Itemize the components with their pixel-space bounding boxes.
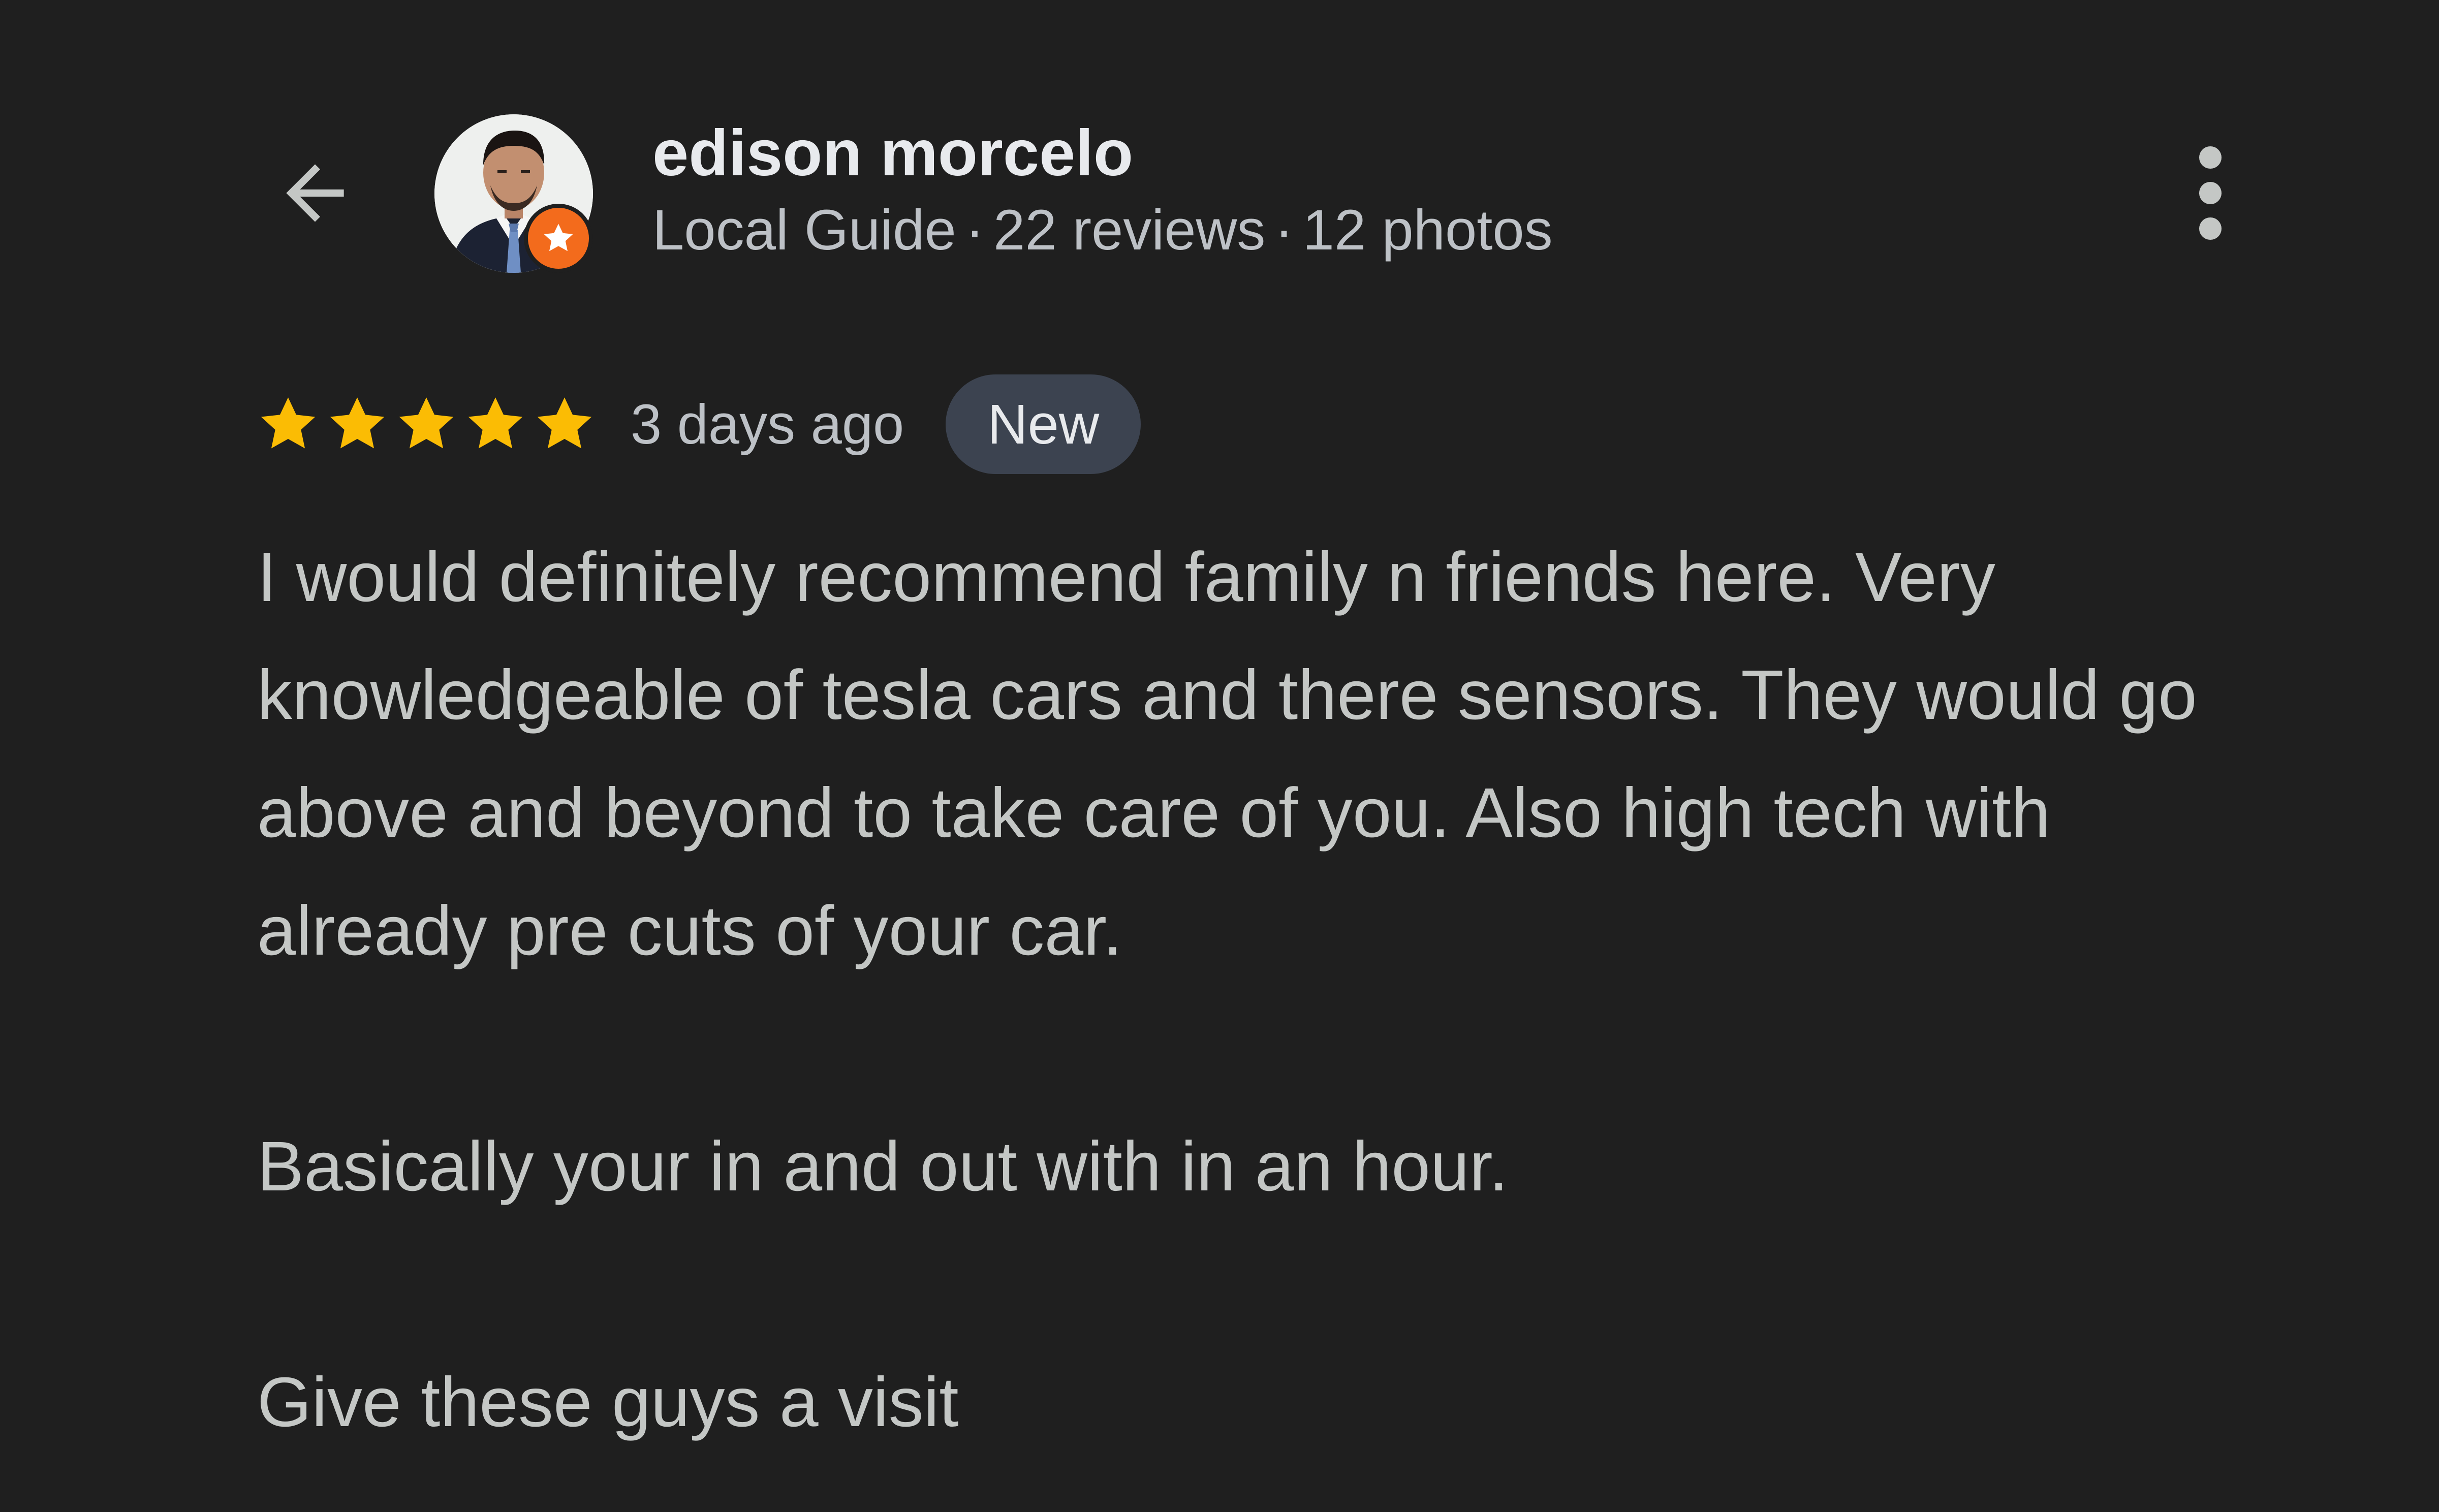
user-name[interactable]: edison morcelo	[652, 113, 1133, 194]
review-date: 3 days ago	[631, 393, 904, 456]
meta-separator: ·	[1274, 198, 1294, 262]
review-header: edison morcelo Local Guide · 22 reviews · 12…	[0, 0, 2439, 285]
more-options-button[interactable]	[2175, 137, 2246, 249]
review-paragraph: Give these guys a visit	[257, 1363, 959, 1441]
meta-separator: ·	[965, 198, 985, 262]
review-paragraph: Basically your in and out with in an hou…	[257, 1127, 1509, 1206]
new-badge: New	[946, 374, 1141, 474]
user-meta: Local Guide · 22 reviews · 12 photos	[652, 192, 1553, 268]
more-vert-icon	[2199, 146, 2222, 240]
local-guide-badge	[524, 204, 593, 273]
arrow-left-icon	[286, 164, 344, 222]
review-text: I would definitely recommend family n fr…	[257, 518, 2290, 1461]
star-icon	[537, 397, 592, 449]
review-count: 22 reviews	[993, 198, 1266, 262]
user-avatar[interactable]	[434, 114, 593, 273]
review-paragraph: I would definitely recommend family n fr…	[257, 538, 2197, 970]
photo-count: 12 photos	[1302, 198, 1553, 262]
star-icon	[399, 397, 454, 449]
star-icon	[468, 397, 523, 449]
local-guide-star-icon	[544, 224, 573, 251]
back-button[interactable]	[259, 132, 371, 254]
star-icon	[261, 397, 316, 449]
rating-row: 3 days ago New	[257, 373, 1141, 475]
local-guide-label: Local Guide	[652, 198, 956, 262]
star-rating	[257, 393, 602, 456]
star-icon	[330, 397, 385, 449]
